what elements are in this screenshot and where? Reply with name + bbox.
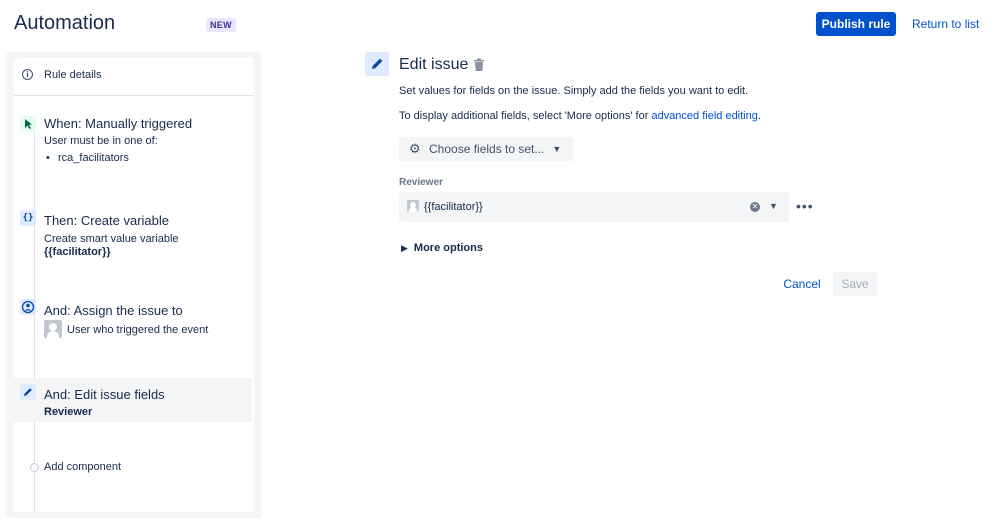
- editor-title: Edit issue: [399, 56, 469, 73]
- group-name: rca_facilitators: [58, 152, 129, 164]
- clear-icon[interactable]: ✕: [750, 202, 760, 212]
- more-options-label: More options: [413, 242, 483, 254]
- cancel-button[interactable]: Cancel: [778, 272, 826, 296]
- advanced-field-editing-link[interactable]: advanced field editing: [651, 110, 757, 122]
- publish-rule-button[interactable]: Publish rule: [816, 12, 896, 36]
- rule-details-item[interactable]: i Rule details: [14, 58, 254, 96]
- rule-panel: i Rule details When: Manually triggered …: [6, 52, 262, 518]
- reviewer-select[interactable]: {{facilitator}} ✕ ▼: [399, 192, 789, 222]
- page-title: Automation: [14, 12, 116, 34]
- step-description: Reviewer: [44, 406, 93, 418]
- choose-fields-label: Choose fields to set...: [429, 142, 545, 156]
- step-title: Then: Create variable: [44, 213, 170, 228]
- chevron-right-icon: ▶: [401, 243, 408, 253]
- more-actions-icon[interactable]: •••: [796, 198, 814, 214]
- step-assign-issue[interactable]: And: Assign the issue to User who trigge…: [14, 298, 254, 348]
- gear-icon: ⚙: [409, 141, 421, 156]
- step-title: And: Assign the issue to: [44, 303, 183, 318]
- field-label: Reviewer: [399, 177, 443, 188]
- step-description: Create smart value variable: [44, 233, 179, 245]
- editor-description: Set values for fields on the issue. Simp…: [399, 85, 749, 97]
- bullet-dot: •: [46, 152, 50, 164]
- pencil-icon: [20, 384, 36, 400]
- pencil-icon: [365, 52, 389, 76]
- hint-suffix: .: [757, 110, 761, 122]
- new-badge: NEW: [206, 18, 236, 32]
- user-circle-icon: [20, 299, 36, 315]
- info-icon: i: [22, 69, 33, 80]
- avatar: [407, 200, 419, 212]
- trash-icon[interactable]: [473, 58, 485, 72]
- step-title: When: Manually triggered: [44, 116, 193, 131]
- hint-text: To display additional fields, select 'Mo…: [399, 110, 652, 122]
- editor-hint: To display additional fields, select 'Mo…: [399, 110, 761, 122]
- choose-fields-button[interactable]: ⚙ Choose fields to set... ▼: [399, 137, 574, 161]
- save-button[interactable]: Save: [833, 272, 877, 296]
- chevron-down-icon: ▼: [552, 144, 562, 154]
- step-trigger[interactable]: When: Manually triggered User must be in…: [14, 113, 254, 169]
- step-description: User who triggered the event: [67, 324, 209, 336]
- step-create-variable[interactable]: {} Then: Create variable Create smart va…: [14, 208, 254, 258]
- braces-icon: {}: [20, 210, 36, 226]
- variable-name: {{facilitator}}: [44, 246, 111, 258]
- more-options-toggle[interactable]: ▶ More options: [401, 242, 483, 254]
- rule-details-label: Rule details: [44, 69, 102, 81]
- chevron-down-icon[interactable]: ▼: [769, 201, 778, 211]
- avatar: [44, 320, 62, 338]
- reviewer-value: {{facilitator}}: [424, 201, 483, 213]
- step-description: User must be in one of:: [44, 135, 158, 147]
- add-component-link[interactable]: Add component: [44, 461, 284, 473]
- rule-steps-list: i Rule details When: Manually triggered …: [14, 58, 254, 513]
- return-to-list-link[interactable]: Return to list: [912, 17, 979, 31]
- cursor-click-icon: [20, 116, 36, 132]
- step-edit-issue[interactable]: And: Edit issue fields Reviewer: [14, 382, 254, 422]
- step-title: And: Edit issue fields: [44, 387, 165, 402]
- add-component-dot: [30, 463, 39, 472]
